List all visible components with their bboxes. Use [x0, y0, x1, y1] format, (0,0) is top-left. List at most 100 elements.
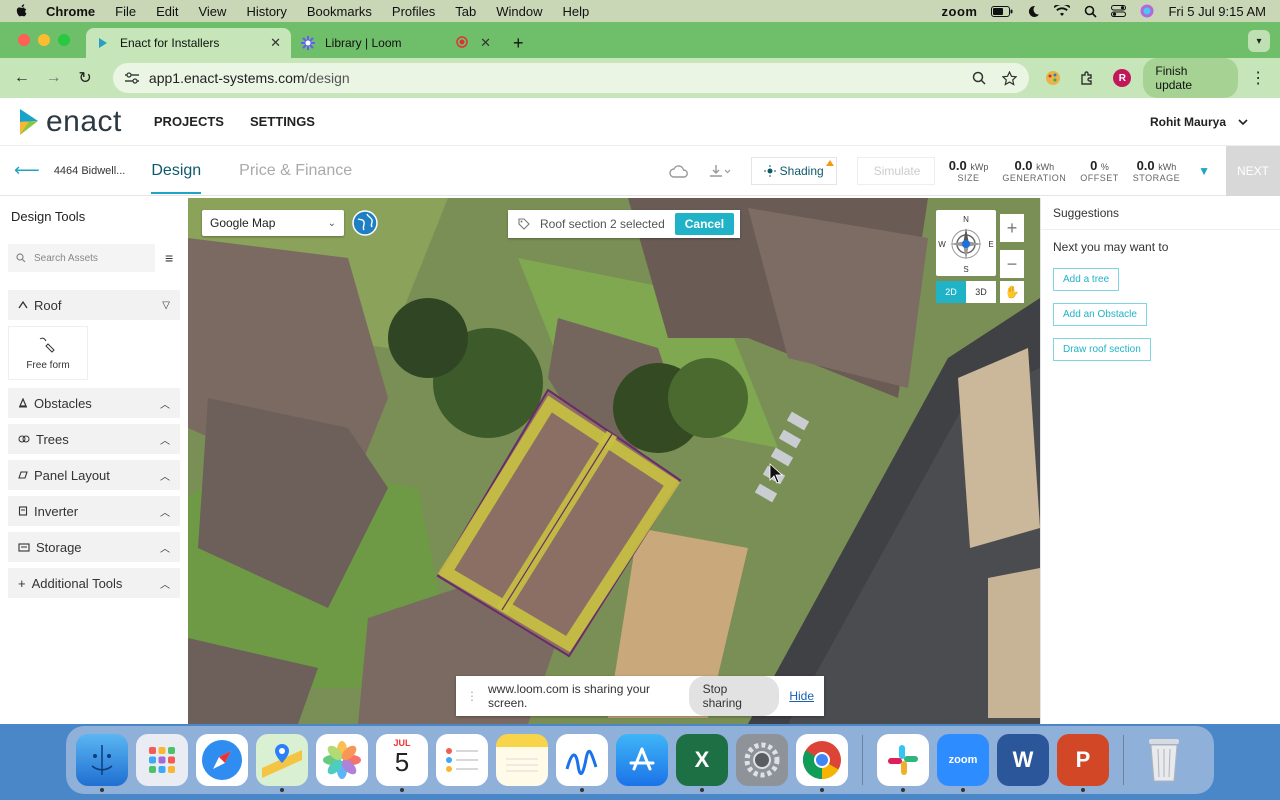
menu-view[interactable]: View [198, 4, 226, 19]
back-arrow-icon[interactable]: ← [10, 66, 34, 90]
menu-window[interactable]: Window [496, 4, 542, 19]
new-tab-button[interactable]: + [513, 33, 524, 54]
section-storage[interactable]: Storage ︿ [8, 532, 180, 562]
design-tools-panel: Design Tools Search Assets ≡ Roof ▽ Free… [0, 198, 188, 724]
photos-icon[interactable] [316, 734, 368, 786]
profile-avatar[interactable]: R [1113, 69, 1132, 87]
tab-design[interactable]: Design [151, 148, 202, 194]
system-settings-icon[interactable] [736, 734, 788, 786]
cloud-save-icon[interactable] [668, 164, 689, 178]
reload-icon[interactable]: ↻ [73, 66, 97, 90]
menu-tab[interactable]: Tab [455, 4, 476, 19]
slack-icon[interactable] [877, 734, 929, 792]
close-tab-icon[interactable]: ✕ [480, 35, 491, 51]
expand-stats-chevron-icon[interactable]: ▼ [1198, 164, 1210, 178]
freeform-icon[interactable] [556, 734, 608, 792]
section-inverter[interactable]: Inverter ︿ [8, 496, 180, 526]
forward-arrow-icon[interactable]: → [42, 66, 66, 90]
shading-button[interactable]: Shading [750, 156, 837, 185]
pan-hand-icon[interactable]: ✋ [1000, 281, 1024, 303]
next-button[interactable]: NEXT [1226, 145, 1280, 196]
maximize-window-button[interactable] [58, 34, 70, 46]
view-3d-button[interactable]: 3D [966, 281, 996, 303]
menu-help[interactable]: Help [563, 4, 590, 19]
tab-loom[interactable]: Library | Loom ✕ [291, 28, 501, 58]
list-menu-icon[interactable]: ≡ [165, 250, 173, 266]
hide-link[interactable]: Hide [789, 689, 814, 703]
battery-icon[interactable] [991, 5, 1013, 17]
finder-icon[interactable] [76, 734, 128, 792]
stop-sharing-button[interactable]: Stop sharing [688, 676, 780, 716]
excel-icon[interactable]: X [676, 734, 728, 792]
enact-logo[interactable]: enact [18, 105, 122, 139]
site-settings-icon[interactable] [124, 72, 139, 84]
section-trees[interactable]: Trees ︿ [8, 424, 180, 454]
free-form-tool[interactable]: Free form [8, 326, 88, 380]
focus-moon-icon[interactable] [1027, 5, 1040, 18]
clock[interactable]: Fri 5 Jul 9:15 AM [1168, 4, 1266, 19]
view-2d-button[interactable]: 2D [936, 281, 966, 303]
tab-price-finance[interactable]: Price & Finance [239, 162, 352, 180]
suggestions-subtitle: Next you may want to [1053, 240, 1169, 254]
svg-text:W: W [938, 240, 946, 249]
tab-search-chevron-icon[interactable]: ▾ [1248, 30, 1270, 52]
control-center-icon[interactable] [1111, 5, 1127, 17]
maps-icon[interactable] [256, 734, 308, 792]
globe-icon[interactable] [352, 210, 378, 236]
simulate-button[interactable]: Simulate [856, 156, 935, 185]
reminders-icon[interactable] [436, 734, 488, 786]
zoom-status[interactable]: zoom [942, 4, 978, 19]
launchpad-icon[interactable] [136, 734, 188, 786]
zoom-in-button[interactable]: + [1000, 214, 1024, 242]
bookmark-star-icon[interactable] [1002, 70, 1018, 86]
download-icon[interactable] [709, 164, 731, 178]
section-panel-layout[interactable]: Panel Layout ︿ [8, 460, 180, 490]
extensions-puzzle-icon[interactable] [1079, 70, 1095, 86]
extension-palette-icon[interactable] [1045, 70, 1061, 86]
section-roof[interactable]: Roof ▽ [8, 290, 180, 320]
cancel-selection-button[interactable]: Cancel [674, 213, 735, 235]
menu-file[interactable]: File [115, 4, 136, 19]
add-tree-button[interactable]: Add a tree [1053, 268, 1120, 291]
finish-update-button[interactable]: Finish update [1143, 58, 1239, 98]
notes-icon[interactable] [496, 734, 548, 786]
map-type-dropdown[interactable]: Google Map ⌄ [202, 210, 344, 236]
satellite-map-canvas[interactable]: Google Map ⌄ Roof section 2 selected Can… [188, 198, 1040, 724]
menu-edit[interactable]: Edit [156, 4, 178, 19]
zoom-magnifier-icon[interactable] [972, 71, 986, 85]
apple-icon[interactable] [14, 4, 28, 18]
word-icon[interactable]: W [997, 734, 1049, 786]
tab-enact[interactable]: Enact for Installers ✕ [86, 28, 291, 58]
chrome-icon[interactable] [796, 734, 848, 792]
zoom-out-button[interactable]: − [1000, 250, 1024, 278]
minimize-window-button[interactable] [38, 34, 50, 46]
nav-settings[interactable]: SETTINGS [250, 114, 315, 129]
zoom-app-icon[interactable]: zoom [937, 734, 989, 792]
nav-projects[interactable]: PROJECTS [154, 114, 224, 129]
drag-handle-icon[interactable]: ⋮ [466, 689, 478, 703]
chrome-menu-icon[interactable]: ⋮ [1246, 66, 1270, 90]
close-window-button[interactable] [18, 34, 30, 46]
calendar-icon[interactable]: JUL 5 [376, 734, 428, 792]
section-additional-tools[interactable]: + Additional Tools ︿ [8, 568, 180, 598]
back-arrow-icon[interactable]: ⟵ [14, 160, 40, 181]
trash-icon[interactable] [1138, 734, 1190, 786]
siri-icon[interactable] [1140, 4, 1154, 18]
section-obstacles[interactable]: Obstacles ︿ [8, 388, 180, 418]
search-assets-input[interactable]: Search Assets [8, 244, 155, 272]
menu-history[interactable]: History [246, 4, 286, 19]
draw-roof-section-button[interactable]: Draw roof section [1053, 338, 1151, 361]
menu-chrome[interactable]: Chrome [46, 4, 95, 19]
safari-icon[interactable] [196, 734, 248, 786]
add-obstacle-button[interactable]: Add an Obstacle [1053, 303, 1147, 326]
wifi-icon[interactable] [1054, 5, 1071, 17]
close-tab-icon[interactable]: ✕ [270, 35, 281, 51]
user-menu[interactable]: Rohit Maurya [1150, 115, 1248, 129]
app-store-icon[interactable] [616, 734, 668, 786]
powerpoint-icon[interactable]: P [1057, 734, 1109, 792]
search-icon[interactable] [1084, 5, 1098, 18]
menu-bookmarks[interactable]: Bookmarks [307, 4, 372, 19]
address-bar[interactable]: app1.enact-systems.com/design [112, 63, 1030, 93]
compass-widget[interactable]: N S W E [936, 210, 996, 276]
menu-profiles[interactable]: Profiles [392, 4, 435, 19]
